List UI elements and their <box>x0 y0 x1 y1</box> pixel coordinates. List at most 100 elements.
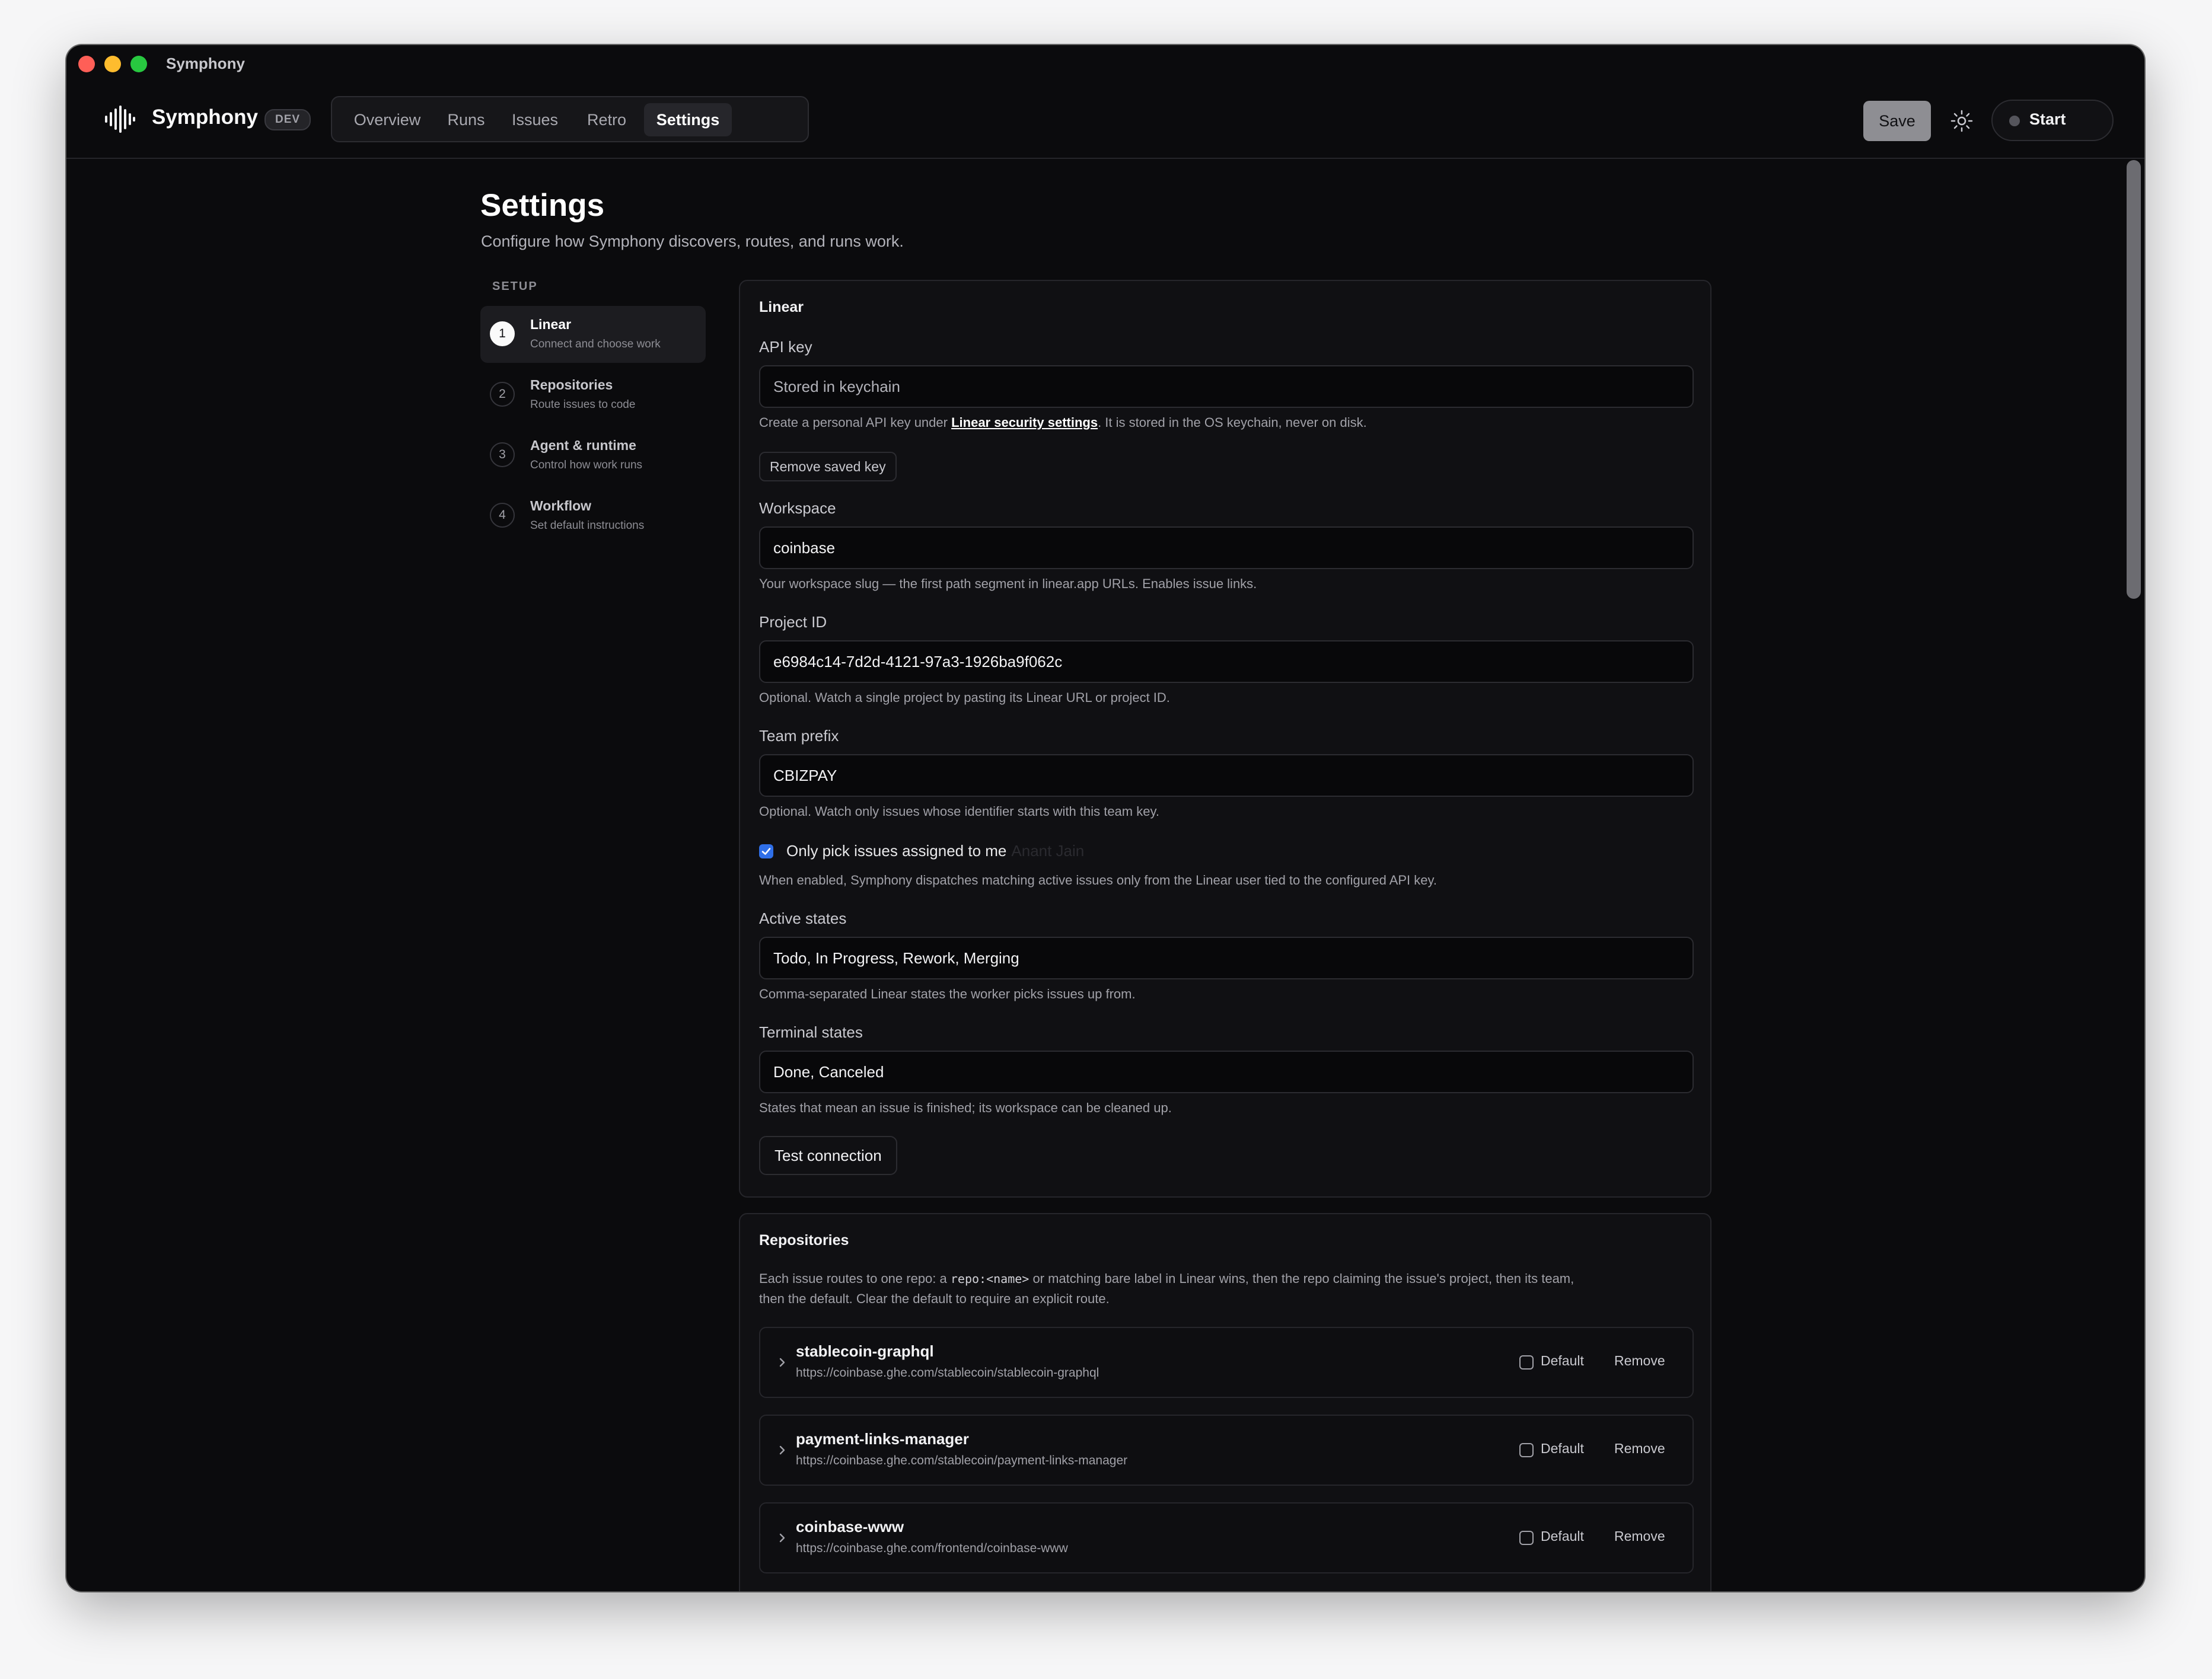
help-text: . It is stored in the OS keychain, never… <box>1098 415 1367 430</box>
assigned-to-me-checkbox[interactable] <box>759 844 773 858</box>
default-checkbox[interactable] <box>1519 1443 1534 1457</box>
team-prefix-input[interactable]: CBIZPAY <box>759 754 1694 797</box>
start-button-label: Start <box>2029 110 2066 128</box>
test-connection-button[interactable]: Test connection <box>759 1136 897 1175</box>
repo-name: coinbase-www <box>796 1518 904 1536</box>
tab-issues[interactable]: Issues <box>501 103 569 136</box>
active-states-input[interactable]: Todo, In Progress, Rework, Merging <box>759 937 1694 979</box>
linear-user-name: Anant Jain <box>1011 842 1085 860</box>
project-id-help: Optional. Watch a single project by past… <box>759 690 1170 705</box>
linear-settings-card: Linear API key Stored in keychain Create… <box>739 280 1711 1198</box>
step-number: 3 <box>490 442 515 467</box>
main-nav-tabs: Overview Runs Issues Retro Settings <box>331 96 809 142</box>
api-key-input[interactable]: Stored in keychain <box>759 365 1694 408</box>
brand-name[interactable]: Symphony <box>152 106 258 129</box>
card-title: Repositories <box>759 1232 849 1249</box>
title-bar: Symphony <box>66 45 2144 83</box>
card-title: Linear <box>759 299 804 315</box>
active-states-label: Active states <box>759 909 847 927</box>
repo-label-code: repo:<name> <box>950 1272 1029 1286</box>
page-subtitle: Configure how Symphony discovers, routes… <box>481 232 904 250</box>
setup-step-agent-runtime[interactable]: 3 Agent & runtime Control how work runs <box>480 427 706 484</box>
terminal-states-label: Terminal states <box>759 1023 863 1041</box>
default-label[interactable]: Default <box>1541 1528 1584 1544</box>
remove-repo-button[interactable]: Remove <box>1614 1441 1665 1457</box>
api-key-help: Create a personal API key under Linear s… <box>759 415 1367 430</box>
minimize-window-button[interactable] <box>104 56 121 72</box>
repo-row[interactable]: payment-links-manager https://coinbase.g… <box>759 1415 1694 1486</box>
repo-name: payment-links-manager <box>796 1430 969 1448</box>
tab-overview[interactable]: Overview <box>343 103 432 136</box>
setup-heading: SETUP <box>492 280 538 293</box>
step-description: Set default instructions <box>530 519 645 532</box>
repo-url: https://coinbase.ghe.com/frontend/coinba… <box>796 1541 1068 1555</box>
api-key-label: API key <box>759 338 812 356</box>
tab-runs[interactable]: Runs <box>436 103 496 136</box>
team-prefix-help: Optional. Watch only issues whose identi… <box>759 804 1159 819</box>
terminal-states-input[interactable]: Done, Canceled <box>759 1051 1694 1093</box>
repo-url: https://coinbase.ghe.com/stablecoin/paym… <box>796 1454 1128 1467</box>
waveform-logo-icon <box>105 106 135 133</box>
step-number: 1 <box>490 321 515 346</box>
status-dot-icon <box>2009 116 2020 126</box>
window-title: Symphony <box>166 55 245 72</box>
terminal-states-help: States that mean an issue is finished; i… <box>759 1100 1172 1115</box>
repositories-description: Each issue routes to one repo: a repo:<n… <box>759 1271 1574 1287</box>
step-title: Linear <box>530 317 572 332</box>
step-description: Route issues to code <box>530 398 636 411</box>
tab-retro[interactable]: Retro <box>574 103 639 136</box>
repo-row[interactable]: stablecoin-graphql https://coinbase.ghe.… <box>759 1327 1694 1398</box>
workspace-help: Your workspace slug — the first path seg… <box>759 576 1257 591</box>
chevron-right-icon[interactable] <box>777 1355 788 1370</box>
assigned-to-me-help: When enabled, Symphony dispatches matchi… <box>759 873 1438 888</box>
step-description: Connect and choose work <box>530 338 661 350</box>
step-number: 4 <box>490 503 515 528</box>
project-id-input[interactable]: e6984c14-7d2d-4121-97a3-1926ba9f062c <box>759 640 1694 683</box>
env-badge: DEV <box>264 109 311 130</box>
page-title: Settings <box>480 188 605 223</box>
step-title: Repositories <box>530 377 613 392</box>
step-title: Agent & runtime <box>530 438 636 453</box>
repo-name: stablecoin-graphql <box>796 1342 934 1360</box>
setup-step-linear[interactable]: 1 Linear Connect and choose work <box>480 306 706 363</box>
chevron-right-icon[interactable] <box>777 1443 788 1457</box>
app-header: Symphony DEV Overview Runs Issues Retro … <box>66 83 2144 159</box>
remove-repo-button[interactable]: Remove <box>1614 1353 1665 1369</box>
help-text: Create a personal API key under <box>759 415 952 430</box>
help-text: Each issue routes to one repo: a <box>759 1271 951 1286</box>
app-window: Symphony Symphony DEV Overview Runs Issu… <box>66 45 2144 1591</box>
default-label[interactable]: Default <box>1541 1353 1584 1369</box>
help-text: or matching bare label in Linear wins, t… <box>1029 1271 1574 1286</box>
chevron-right-icon[interactable] <box>777 1531 788 1545</box>
linear-security-settings-link[interactable]: Linear security settings <box>951 415 1098 430</box>
scrollbar-thumb[interactable] <box>2127 160 2141 599</box>
active-states-help: Comma-separated Linear states the worker… <box>759 987 1136 1001</box>
repo-row[interactable]: coinbase-www https://coinbase.ghe.com/fr… <box>759 1502 1694 1573</box>
step-number: 2 <box>490 382 515 407</box>
repositories-description-line2: then the default. Clear the default to r… <box>759 1291 1110 1306</box>
sun-icon[interactable] <box>1950 109 1974 133</box>
remove-saved-key-button[interactable]: Remove saved key <box>759 452 897 481</box>
team-prefix-label: Team prefix <box>759 727 839 745</box>
default-checkbox[interactable] <box>1519 1531 1534 1545</box>
save-button[interactable]: Save <box>1863 101 1931 141</box>
checkbox-label-text: Only pick issues assigned to me <box>786 842 1007 860</box>
setup-step-repositories[interactable]: 2 Repositories Route issues to code <box>480 366 706 423</box>
project-id-label: Project ID <box>759 613 827 631</box>
step-description: Control how work runs <box>530 459 643 471</box>
tab-settings[interactable]: Settings <box>644 103 732 136</box>
default-checkbox[interactable] <box>1519 1355 1534 1370</box>
close-window-button[interactable] <box>78 56 95 72</box>
default-label[interactable]: Default <box>1541 1441 1584 1457</box>
assigned-to-me-label[interactable]: Only pick issues assigned to me Anant Jai… <box>786 842 1084 860</box>
remove-repo-button[interactable]: Remove <box>1614 1528 1665 1544</box>
step-title: Workflow <box>530 498 592 513</box>
setup-step-workflow[interactable]: 4 Workflow Set default instructions <box>480 487 706 544</box>
workspace-input[interactable]: coinbase <box>759 526 1694 569</box>
zoom-window-button[interactable] <box>130 56 147 72</box>
start-button[interactable]: Start <box>1991 100 2114 141</box>
workspace-label: Workspace <box>759 499 836 517</box>
checkmark-icon <box>761 848 771 855</box>
repositories-card: Repositories Each issue routes to one re… <box>739 1213 1711 1591</box>
repo-url: https://coinbase.ghe.com/stablecoin/stab… <box>796 1366 1099 1380</box>
